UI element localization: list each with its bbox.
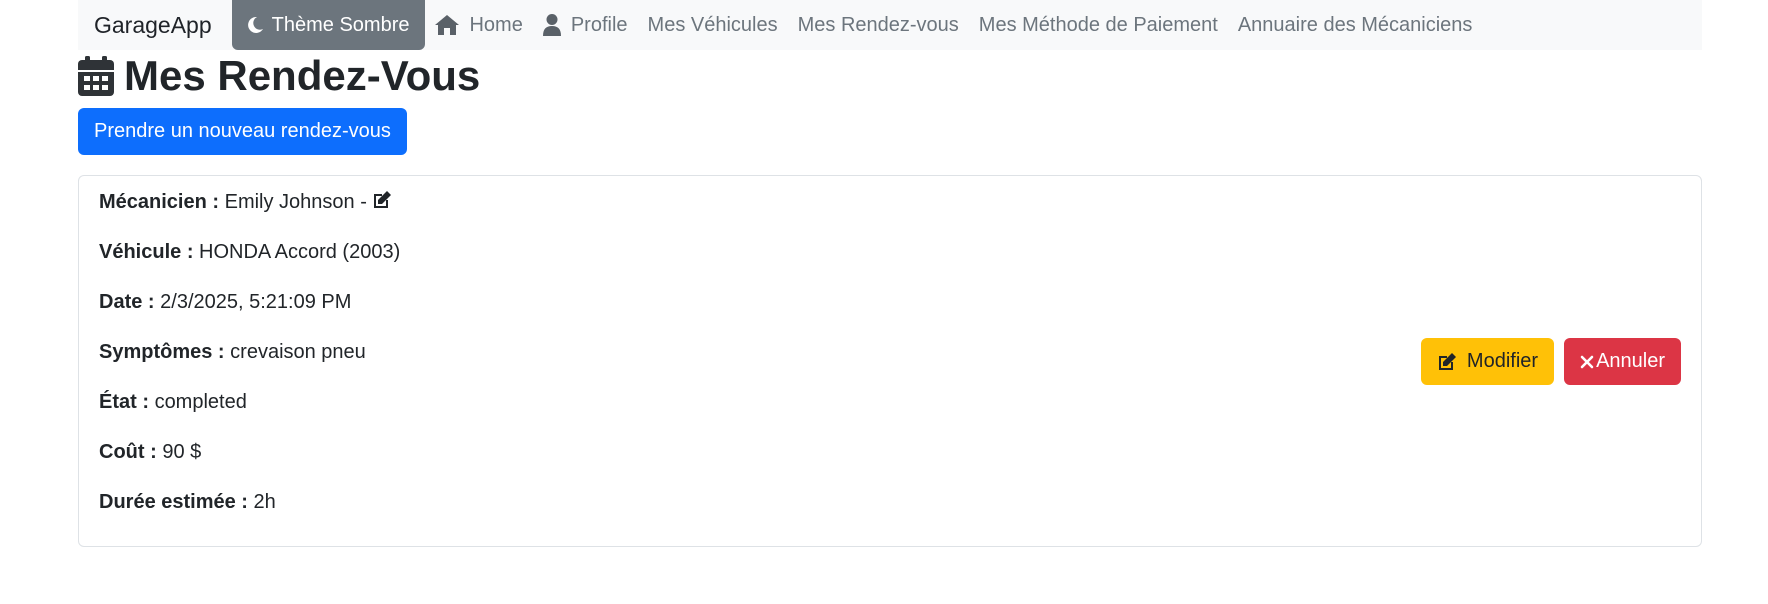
edit-appointment-button[interactable]: Modifier [1420, 338, 1555, 385]
status-value: completed [154, 391, 247, 413]
date-label: Date : [99, 291, 155, 313]
navbar: GarageApp Thème Sombre Home Profile Mes … [78, 0, 1702, 50]
new-appointment-button[interactable]: Prendre un nouveau rendez-vous [78, 108, 407, 155]
nav-appointments[interactable]: Mes Rendez-vous [798, 14, 959, 37]
home-icon [435, 15, 460, 35]
duration-row: Durée estimée : 2h [99, 490, 276, 514]
theme-toggle-button[interactable]: Thème Sombre [231, 0, 426, 50]
edit-icon [1438, 352, 1456, 370]
status-row: État : completed [99, 390, 247, 414]
nav-profile-label: Profile [570, 13, 628, 36]
calendar-icon [78, 56, 114, 96]
cancel-appointment-button[interactable]: Annuler [1564, 338, 1681, 385]
mechanic-value: Emily Johnson - [224, 191, 367, 213]
moon-icon [247, 16, 263, 33]
nav-payment-methods[interactable]: Mes Méthode de Paiement [979, 14, 1218, 37]
nav-vehicles[interactable]: Mes Véhicules [648, 14, 778, 37]
cost-label: Coût : [99, 441, 157, 463]
appointment-actions: Modifier Annuler [1420, 338, 1681, 385]
vehicle-label: Véhicule : [99, 241, 194, 263]
symptoms-value: crevaison pneu [230, 341, 366, 363]
mechanic-label: Mécanicien : [99, 191, 220, 213]
nav-home[interactable]: Home [435, 13, 523, 37]
vehicle-row: Véhicule : HONDA Accord (2003) [99, 240, 400, 264]
cost-value: 90 $ [162, 441, 202, 463]
user-icon [542, 14, 561, 36]
cost-row: Coût : 90 $ [99, 440, 201, 464]
status-label: État : [99, 391, 149, 413]
mechanic-row: Mécanicien : Emily Johnson - [99, 190, 392, 214]
edit-appointment-label: Modifier [1466, 350, 1539, 372]
date-value: 2/3/2025, 5:21:09 PM [160, 291, 352, 313]
appointment-card: Mécanicien : Emily Johnson - Véhicule : … [78, 175, 1702, 547]
nav-home-label: Home [469, 13, 523, 36]
date-row: Date : 2/3/2025, 5:21:09 PM [99, 290, 351, 314]
close-icon [1580, 355, 1594, 368]
theme-toggle-label: Thème Sombre [271, 13, 410, 36]
duration-value: 2h [253, 491, 276, 513]
nav-mechanics-directory[interactable]: Annuaire des Mécaniciens [1238, 14, 1473, 37]
page-title: Mes Rendez-Vous [78, 52, 480, 100]
symptoms-label: Symptômes : [99, 341, 225, 363]
nav-profile[interactable]: Profile [542, 13, 628, 37]
page-container: GarageApp Thème Sombre Home Profile Mes … [78, 0, 1702, 547]
symptoms-row: Symptômes : crevaison pneu [99, 340, 366, 364]
brand-logo[interactable]: GarageApp [78, 12, 212, 39]
vehicle-value: HONDA Accord (2003) [199, 241, 401, 263]
duration-label: Durée estimée : [99, 491, 248, 513]
cancel-appointment-label: Annuler [1596, 350, 1665, 372]
page-title-text: Mes Rendez-Vous [124, 52, 481, 99]
edit-mechanic-icon[interactable] [372, 190, 392, 210]
